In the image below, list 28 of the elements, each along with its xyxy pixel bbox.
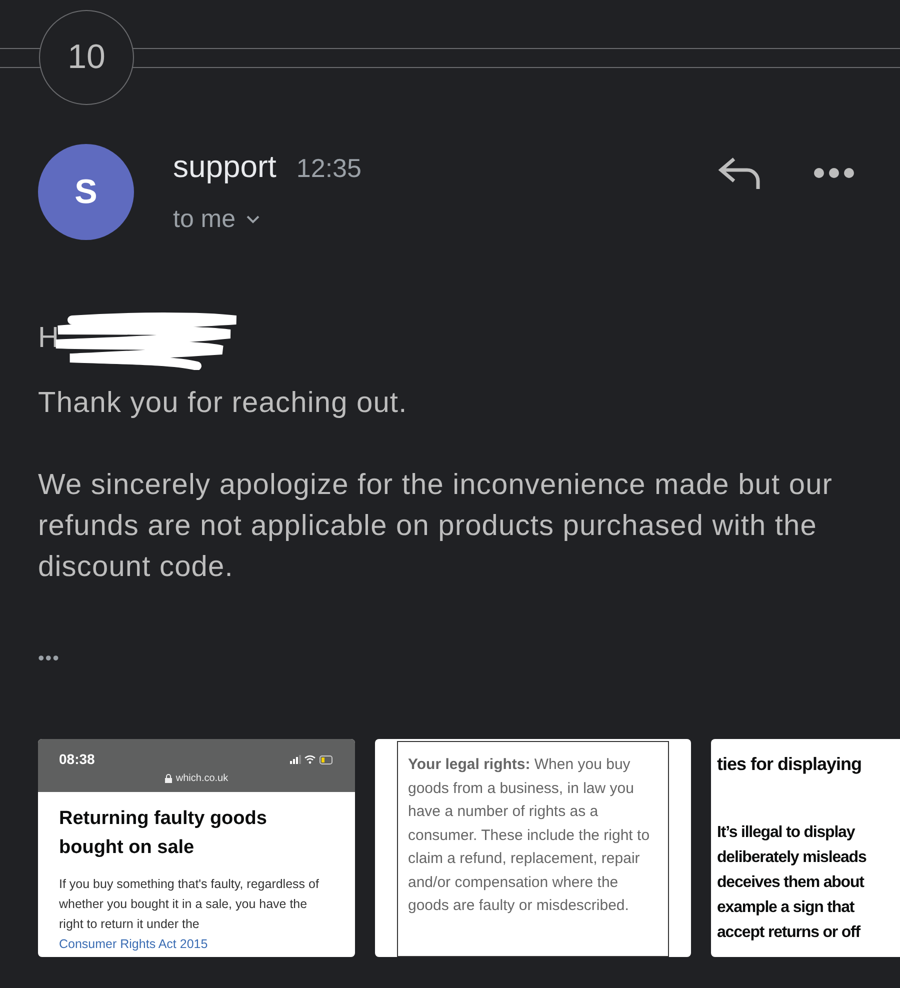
more-options-icon[interactable] — [814, 168, 854, 178]
article-title: Returning faulty goods bought on sale — [59, 807, 268, 860]
thread-count[interactable]: 10 — [39, 10, 134, 105]
article-text-line: It’s illegal to display — [717, 823, 856, 843]
lock-icon — [164, 774, 172, 783]
sender-avatar: S — [38, 144, 134, 240]
article-text: If you buy something that's faulty, regardless of whether you bought it in a sale, you have the right to return it under the Consumer Rights Act 2015 — [59, 876, 320, 953]
article-text-line: example a sign that — [717, 898, 856, 918]
page-url: which.co.uk — [176, 772, 228, 786]
message-time: 12:35 — [296, 152, 362, 185]
message-text: We sincerely apologize for the inconvenience made but our refunds are not applicable on products purchased with the discount code. — [38, 468, 834, 585]
recipient-dropdown[interactable]: to me — [173, 200, 362, 238]
message-text: Thank you for reaching out. — [38, 386, 408, 421]
reply-icon[interactable] — [718, 156, 762, 190]
article-text-line: deceives them about — [717, 873, 866, 893]
sender-name: support — [173, 148, 276, 186]
show-trimmed-content[interactable]: ••• — [38, 638, 60, 679]
phone-clock: 08:38 — [59, 750, 95, 769]
chevron-down-icon — [246, 214, 260, 224]
status-icons — [290, 754, 334, 764]
article-link[interactable]: Consumer Rights Act 2015 — [59, 937, 208, 951]
article-heading: ties for displaying — [717, 753, 863, 776]
article-text-line: accept returns or off — [717, 923, 862, 943]
attachment-preview[interactable]: ties for displaying It’s illegal to display deliberately misleads deceives them about example a sign that accept returns or off — [711, 739, 900, 957]
greeting-text: H — [38, 321, 60, 356]
quote-text: Your legal rights: When you buy goods from a business, in law you have a number of rights as a consumer. These include the right to claim a refund, replacement, repair and/or compensation where the goods are faulty or misdescribed. — [408, 755, 651, 916]
attachment-preview[interactable] — [38, 739, 355, 957]
article-text-line: deliberately misleads — [717, 848, 868, 868]
